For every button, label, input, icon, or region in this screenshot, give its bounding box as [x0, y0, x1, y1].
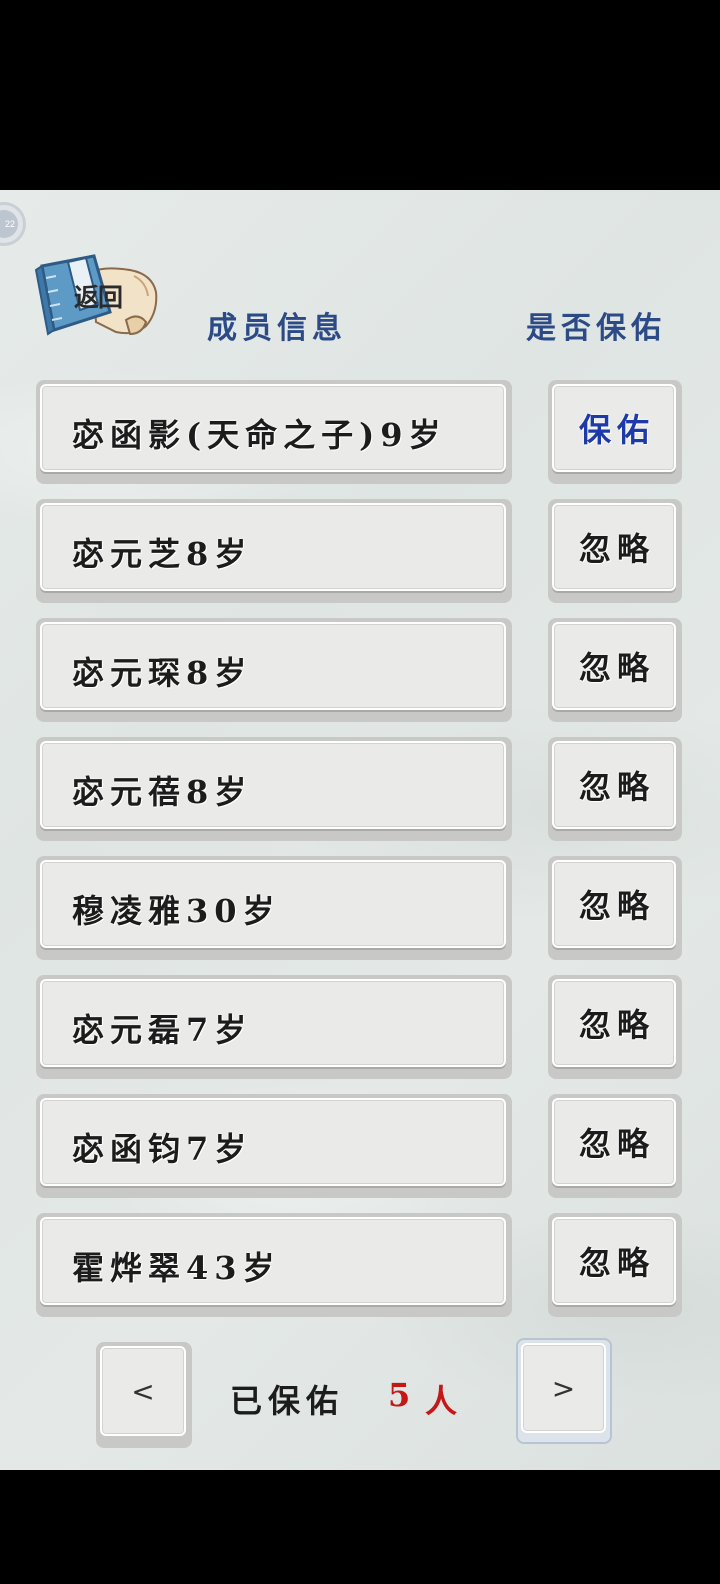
- member-name: 宓元磊7岁: [72, 1011, 253, 1049]
- protect-toggle-button[interactable]: 忽略: [548, 737, 682, 841]
- prev-page-button[interactable]: <: [96, 1342, 192, 1448]
- protect-toggle-label: 保佑: [578, 411, 655, 449]
- back-button[interactable]: 返回: [34, 252, 160, 348]
- version-badge-icon[interactable]: 22: [0, 202, 26, 246]
- protect-screen: 22 返回 成员信息 是否保佑 宓函影(天命之子)9岁 保佑 宓元芝8岁 忽略 …: [0, 190, 720, 1470]
- protect-toggle-button[interactable]: 忽略: [548, 499, 682, 603]
- protect-toggle-button[interactable]: 忽略: [548, 618, 682, 722]
- member-name: 宓元蓓8岁: [72, 773, 253, 811]
- protect-toggle-label: 忽略: [578, 1125, 655, 1163]
- member-row: 宓元蓓8岁 忽略: [0, 737, 720, 841]
- protected-count-label: 已保佑: [230, 1382, 345, 1420]
- member-row: 霍烨翠43岁 忽略: [0, 1213, 720, 1317]
- member-name: 宓元芝8岁: [72, 535, 253, 573]
- member-card: 宓元芝8岁: [36, 499, 512, 603]
- member-row: 宓函钧7岁 忽略: [0, 1094, 720, 1198]
- member-row: 宓元琛8岁 忽略: [0, 618, 720, 722]
- protect-toggle-button[interactable]: 保佑: [548, 380, 682, 484]
- prev-page-label: <: [131, 1374, 155, 1408]
- next-page-label: >: [551, 1371, 576, 1405]
- back-label: 返回: [74, 283, 123, 312]
- member-name: 宓函钧7岁: [72, 1130, 253, 1168]
- protect-toggle-label: 忽略: [578, 649, 655, 687]
- member-row: 穆凌雅30岁 忽略: [0, 856, 720, 960]
- protect-toggle-button[interactable]: 忽略: [548, 975, 682, 1079]
- member-name: 宓函影(天命之子)9岁: [72, 416, 447, 454]
- column-header-protect: 是否保佑: [526, 311, 666, 346]
- member-card: 宓函钧7岁: [36, 1094, 512, 1198]
- member-card: 宓元琛8岁: [36, 618, 512, 722]
- protected-count-unit: 人: [425, 1382, 458, 1420]
- column-header-member-info: 成员信息: [207, 311, 347, 346]
- protect-toggle-label: 忽略: [578, 887, 655, 925]
- protect-toggle-label: 忽略: [578, 1244, 655, 1282]
- protect-toggle-button[interactable]: 忽略: [548, 1213, 682, 1317]
- member-name: 霍烨翠43岁: [72, 1249, 281, 1287]
- protected-count-value: 5: [388, 1376, 411, 1414]
- protect-toggle-label: 忽略: [578, 768, 655, 806]
- protect-toggle-label: 忽略: [578, 530, 655, 568]
- member-row: 宓函影(天命之子)9岁 保佑: [0, 380, 720, 484]
- next-page-button[interactable]: >: [516, 1338, 612, 1444]
- pagination-footer: < 已保佑 5 人 >: [0, 1338, 720, 1453]
- member-card: 宓元蓓8岁: [36, 737, 512, 841]
- member-name: 宓元琛8岁: [72, 654, 253, 692]
- member-name: 穆凌雅30岁: [72, 892, 281, 930]
- member-card: 穆凌雅30岁: [36, 856, 512, 960]
- member-card: 霍烨翠43岁: [36, 1213, 512, 1317]
- member-card: 宓元磊7岁: [36, 975, 512, 1079]
- protect-toggle-label: 忽略: [578, 1006, 655, 1044]
- member-row: 宓元磊7岁 忽略: [0, 975, 720, 1079]
- protect-toggle-button[interactable]: 忽略: [548, 1094, 682, 1198]
- member-card: 宓函影(天命之子)9岁: [36, 380, 512, 484]
- member-row: 宓元芝8岁 忽略: [0, 499, 720, 603]
- protect-toggle-button[interactable]: 忽略: [548, 856, 682, 960]
